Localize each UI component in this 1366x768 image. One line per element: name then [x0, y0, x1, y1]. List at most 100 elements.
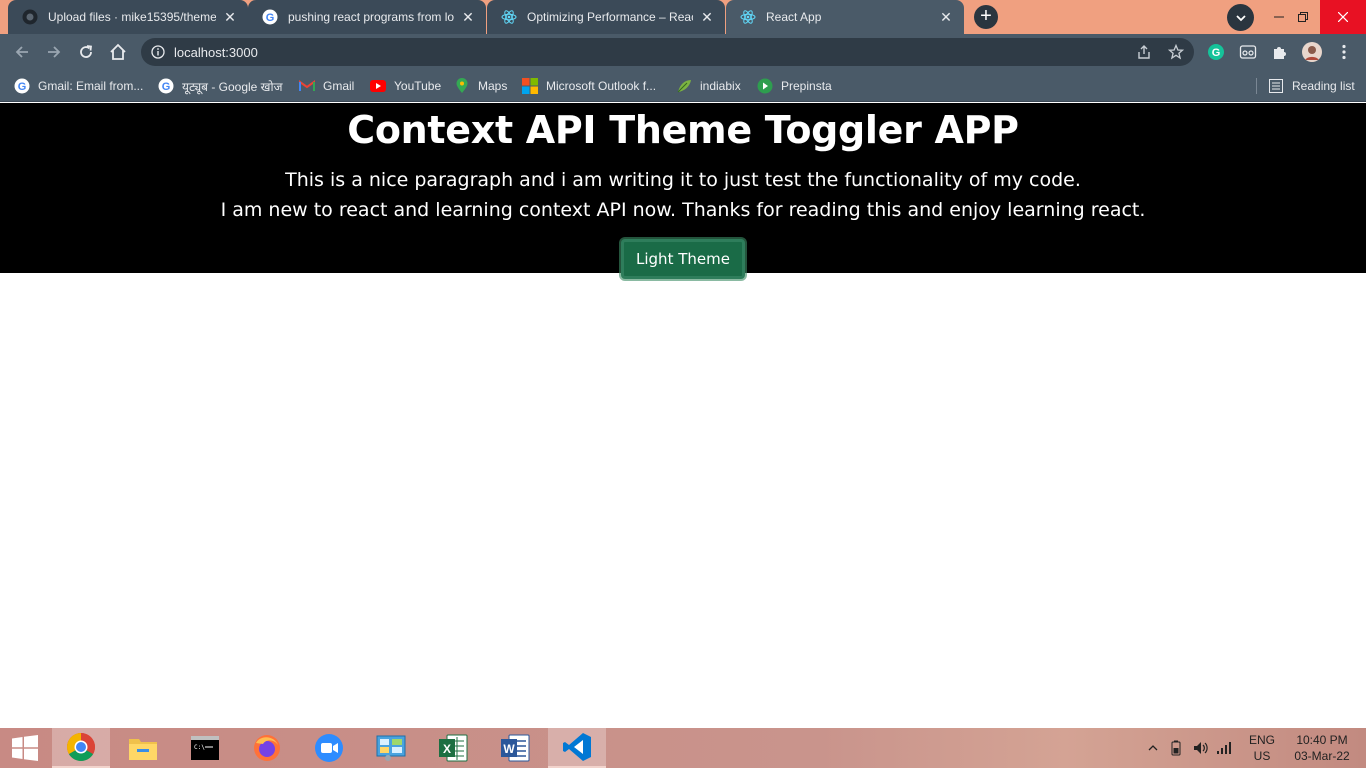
bookmark-outlook[interactable]: Microsoft Outlook f...: [522, 76, 656, 96]
reload-icon: [80, 45, 93, 58]
tab-close-icon[interactable]: ✕: [938, 9, 954, 25]
svg-text:G: G: [1212, 47, 1221, 59]
arrow-left-icon: [15, 46, 28, 58]
svg-text:G: G: [266, 12, 275, 24]
browser-toolbar: localhost:3000 G: [0, 34, 1366, 70]
svg-text:G: G: [18, 81, 27, 93]
chevron-down-icon: [1235, 14, 1246, 21]
forward-button[interactable]: [42, 40, 66, 64]
page-title: Context API Theme Toggler APP: [347, 108, 1019, 152]
terminal-icon: C:\: [191, 736, 219, 760]
paragraph-line-1: This is a nice paragraph and i am writin…: [285, 169, 1081, 191]
taskbar-firefox[interactable]: [238, 728, 296, 768]
taskbar-word[interactable]: W: [486, 728, 544, 768]
gmail-icon: [299, 78, 315, 94]
address-bar[interactable]: localhost:3000: [141, 38, 1194, 66]
google-icon: G: [14, 78, 30, 94]
start-button[interactable]: [0, 728, 50, 768]
taskbar-command-prompt[interactable]: C:\: [176, 728, 234, 768]
bookmark-gmail[interactable]: Gmail: [299, 76, 354, 96]
bookmark-label: YouTube: [394, 79, 442, 93]
bookmark-label: Gmail: Email from...: [38, 79, 144, 93]
tab-title: React App: [766, 10, 822, 24]
arrow-right-icon: [48, 46, 61, 58]
taskbar-file-explorer[interactable]: [114, 728, 172, 768]
svg-text:C:\: C:\: [194, 744, 205, 751]
clock-time: 10:40 PM: [1296, 733, 1348, 747]
zoom-icon: [315, 734, 343, 762]
system-tray: [1148, 728, 1232, 768]
bookmark-label: यूट्यूब - Google खोज: [182, 79, 283, 94]
taskbar-control-panel[interactable]: [362, 728, 420, 768]
reading-list-button[interactable]: Reading list: [1268, 76, 1355, 96]
google-icon: G: [262, 9, 278, 25]
tab-react-app[interactable]: React App ✕: [726, 0, 964, 34]
reading-list-label: Reading list: [1292, 79, 1355, 93]
info-icon[interactable]: [151, 45, 165, 59]
svg-text:X: X: [443, 742, 451, 756]
taskbar-excel[interactable]: X: [424, 728, 482, 768]
new-tab-button[interactable]: +: [974, 5, 998, 29]
extension-button[interactable]: [1238, 42, 1258, 62]
bookmark-youtube[interactable]: YouTube: [370, 76, 441, 96]
svg-text:G: G: [162, 81, 171, 93]
extensions-button[interactable]: [1270, 42, 1290, 62]
network-signal-icon[interactable]: [1216, 740, 1232, 756]
bookmark-maps[interactable]: Maps: [454, 76, 507, 96]
control-panel-icon: [376, 735, 406, 761]
react-icon: [501, 9, 517, 25]
tab-close-icon[interactable]: ✕: [699, 9, 715, 25]
tab-title: Upload files · mike15395/theme-t: [48, 10, 216, 24]
close-window-button[interactable]: [1320, 0, 1366, 34]
address-text[interactable]: localhost:3000: [174, 45, 258, 60]
grammarly-icon: G: [1208, 44, 1224, 60]
more-vert-icon: [1342, 44, 1346, 60]
firefox-icon: [254, 735, 280, 761]
share-button[interactable]: [1134, 42, 1154, 62]
home-icon: [110, 43, 126, 60]
reading-list-icon: [1268, 78, 1284, 94]
app-header-section: Context API Theme Toggler APP This is a …: [0, 103, 1366, 279]
github-icon: [22, 9, 38, 25]
indiabix-icon: [676, 78, 692, 94]
language-indicator[interactable]: ENG US: [1244, 732, 1280, 764]
home-button[interactable]: [106, 40, 130, 64]
chevron-up-icon[interactable]: [1148, 744, 1158, 752]
bookmark-gmail-email[interactable]: G Gmail: Email from...: [14, 76, 143, 96]
reload-button[interactable]: [74, 40, 98, 64]
grammarly-button[interactable]: G: [1206, 42, 1226, 62]
theme-toggle-button[interactable]: Light Theme: [621, 239, 745, 279]
vscode-icon: [563, 733, 591, 761]
bookmark-label: Maps: [478, 79, 508, 93]
microsoft-icon: [522, 78, 538, 94]
paragraph-line-2: I am new to react and learning context A…: [220, 199, 1146, 221]
tab-upload-files[interactable]: Upload files · mike15395/theme-t ✕: [8, 0, 248, 34]
bookmark-label: indiabix: [700, 79, 741, 93]
google-icon: G: [158, 78, 174, 94]
language-code: ENG: [1248, 733, 1275, 747]
bookmarks-divider: [1256, 78, 1257, 94]
menu-button[interactable]: [1334, 42, 1354, 62]
volume-icon[interactable]: [1192, 740, 1208, 756]
taskbar-zoom[interactable]: [300, 728, 358, 768]
bookmark-star-button[interactable]: [1166, 42, 1186, 62]
taskbar-vscode[interactable]: [548, 728, 606, 768]
back-button[interactable]: [10, 40, 34, 64]
bookmark-indiabix[interactable]: indiabix: [676, 76, 741, 96]
tab-close-icon[interactable]: ✕: [460, 9, 476, 25]
tab-search-button[interactable]: [1227, 4, 1254, 31]
restore-icon: [1298, 12, 1308, 22]
bookmark-youtube-search[interactable]: G यूट्यूब - Google खोज: [158, 76, 283, 96]
tab-pushing-react[interactable]: G pushing react programs from loc ✕: [248, 0, 486, 34]
tab-strip: Upload files · mike15395/theme-t ✕ G pus…: [0, 0, 1366, 34]
bookmark-label: Microsoft Outlook f...: [546, 79, 657, 93]
tab-close-icon[interactable]: ✕: [222, 9, 238, 25]
system-clock[interactable]: 10:40 PM 03-Mar-22: [1284, 732, 1360, 764]
tab-optimizing-performance[interactable]: Optimizing Performance – React ✕: [487, 0, 725, 34]
windows-taskbar: C:\ X W ENG US 10:40 PM 03-Mar-22: [0, 728, 1366, 768]
tab-title: pushing react programs from loc: [288, 10, 454, 24]
bookmark-prepinsta[interactable]: Prepinsta: [757, 76, 832, 96]
taskbar-chrome[interactable]: [52, 728, 110, 768]
battery-icon[interactable]: [1168, 740, 1184, 756]
profile-avatar[interactable]: [1302, 42, 1322, 62]
